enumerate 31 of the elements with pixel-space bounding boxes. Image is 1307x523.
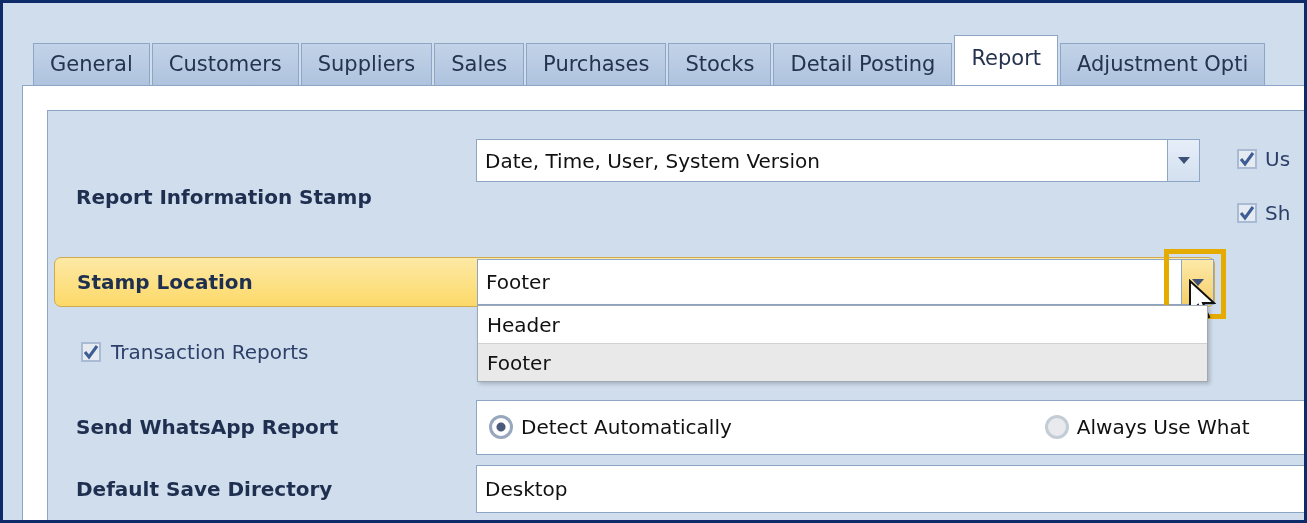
- checkbox[interactable]: [1237, 149, 1257, 169]
- radio-label: Detect Automatically: [521, 415, 732, 439]
- radio-label: Always Use What: [1076, 415, 1250, 439]
- checkbox[interactable]: [1237, 203, 1257, 223]
- tab[interactable]: Detail Posting: [773, 43, 953, 85]
- caret-icon: [1191, 278, 1204, 286]
- dropdown-item[interactable]: Footer: [478, 343, 1207, 381]
- caret-icon: [1177, 157, 1190, 164]
- tab[interactable]: Customers: [151, 43, 299, 85]
- combo-box[interactable]: Footer: [477, 259, 1214, 305]
- dropdown-button[interactable]: [1167, 140, 1199, 181]
- radio-button[interactable]: [1044, 415, 1069, 439]
- tab[interactable]: Adjustment Opti: [1060, 43, 1266, 85]
- tab[interactable]: Suppliers: [300, 43, 433, 85]
- tab[interactable]: Report: [954, 35, 1059, 85]
- tab[interactable]: Purchases: [526, 43, 667, 85]
- checkbox[interactable]: [81, 342, 101, 362]
- combo-box[interactable]: Date, Time, User, System Version: [476, 139, 1200, 182]
- field-label: Stamp Location: [77, 270, 254, 294]
- checkbox-label: Sh: [1265, 201, 1291, 225]
- radio-button[interactable]: [489, 415, 513, 439]
- tab[interactable]: General: [33, 43, 150, 85]
- field-label: Send WhatsApp Report: [76, 415, 340, 439]
- checkbox-label: Transaction Reports: [111, 340, 309, 364]
- field-label: Report Information Stamp: [76, 183, 373, 209]
- directory-field[interactable]: Desktop: [476, 465, 1304, 513]
- tab[interactable]: Sales: [434, 43, 525, 85]
- tab[interactable]: Stocks: [668, 43, 772, 85]
- field-label: Default Save Directory: [76, 477, 334, 501]
- checkbox-label: Us: [1265, 147, 1291, 171]
- dropdown-item[interactable]: Header: [478, 306, 1207, 343]
